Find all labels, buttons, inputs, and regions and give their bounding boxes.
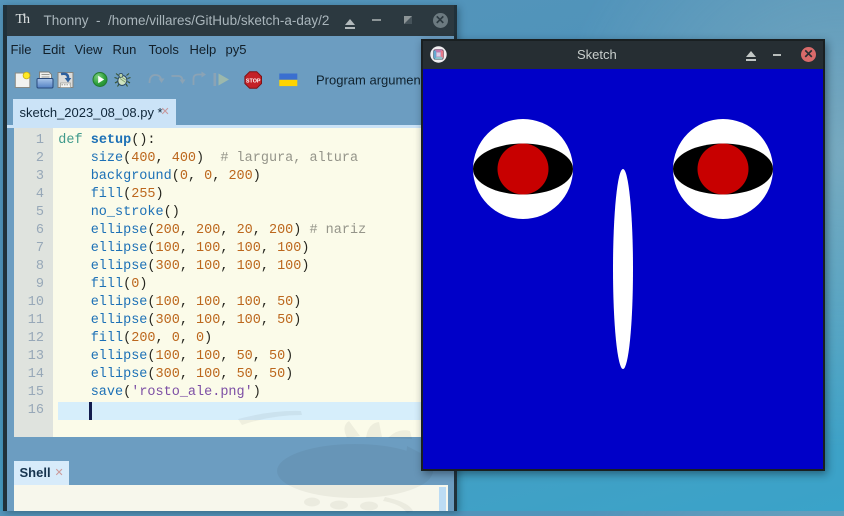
svg-text:STOP: STOP — [245, 78, 260, 84]
svg-text:Program arguments:: Program arguments: — [316, 73, 435, 88]
